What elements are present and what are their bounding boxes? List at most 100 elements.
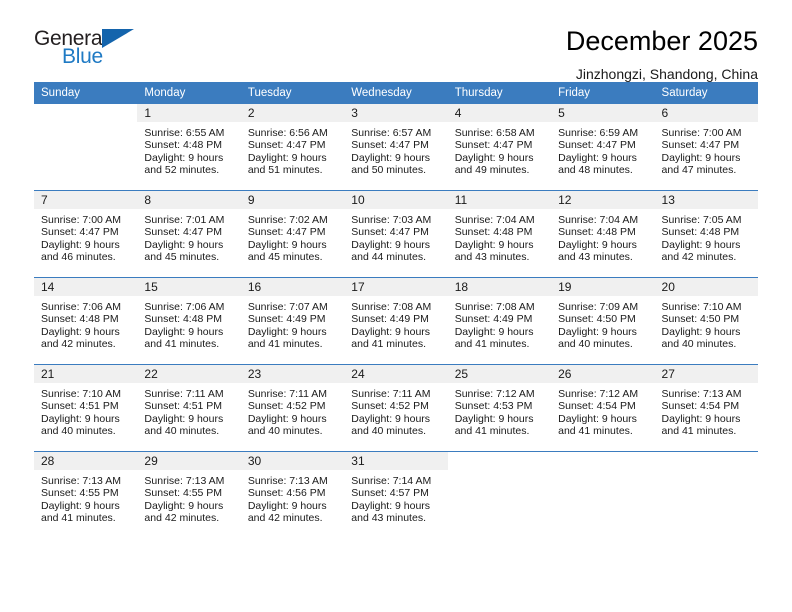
calendar-day-cell[interactable]: 28 Sunrise: 7:13 AM Sunset: 4:55 PM Dayligh…	[34, 451, 138, 538]
day-number: 29	[137, 452, 241, 470]
calendar-day-cell[interactable]: 18 Sunrise: 7:08 AM Sunset: 4:49 PM Dayligh…	[447, 277, 552, 365]
day-daylight2-text: and 41 minutes.	[454, 338, 530, 351]
day-daylight1-text: Daylight: 9 hours	[41, 238, 120, 251]
day-sunset-text: Sunset: 4:54 PM	[661, 400, 740, 413]
day-details: Sunrise: 7:11 AM Sunset: 4:52 PM Daylight:…	[344, 383, 447, 451]
day-daylight1-text: Daylight: 9 hours	[351, 499, 431, 512]
day-daylight1-text: Daylight: 9 hours	[41, 499, 120, 512]
calendar-day-cell[interactable]: 24 Sunrise: 7:11 AM Sunset: 4:52 PM Dayligh…	[344, 364, 448, 452]
day-daylight2-text: and 50 minutes.	[351, 164, 426, 177]
day-sunrise-text: Sunrise: 7:13 AM	[41, 475, 121, 487]
calendar-page: General Blue December 2025 Jinzhongzi, S…	[0, 0, 792, 612]
page-subtitle: Jinzhongzi, Shandong, China	[575, 66, 758, 82]
day-details: Sunrise: 7:10 AM Sunset: 4:50 PM Daylight:…	[655, 296, 758, 364]
calendar-day-cell[interactable]: 27 Sunrise: 7:13 AM Sunset: 4:54 PM Dayligh…	[654, 364, 758, 452]
day-daylight2-text: and 40 minutes.	[144, 425, 220, 438]
day-daylight2-text: and 42 minutes.	[661, 251, 737, 264]
logo-text-blue: Blue	[62, 45, 103, 68]
calendar-day-cell[interactable]: 9 Sunrise: 7:02 AM Sunset: 4:47 PM Daylight…	[240, 190, 345, 278]
calendar-day-cell[interactable]: 3 Sunrise: 6:57 AM Sunset: 4:47 PM Daylight…	[344, 104, 448, 191]
calendar-day-cell[interactable]: 20 Sunrise: 7:10 AM Sunset: 4:50 PM Dayligh…	[654, 277, 758, 365]
day-sunrise-text: Sunrise: 7:10 AM	[41, 388, 121, 400]
day-sunrise-text: Sunrise: 7:00 AM	[661, 127, 742, 139]
day-sunrise-text: Sunrise: 7:12 AM	[454, 388, 535, 400]
day-details	[34, 122, 137, 190]
day-daylight1-text: Daylight: 9 hours	[247, 499, 327, 512]
day-daylight2-text: and 42 minutes.	[144, 512, 220, 525]
calendar-day-cell[interactable]: 10 Sunrise: 7:03 AM Sunset: 4:47 PM Dayligh…	[344, 190, 448, 278]
day-daylight1-text: Daylight: 9 hours	[144, 151, 224, 164]
calendar-day-cell[interactable]: 5 Sunrise: 6:59 AM Sunset: 4:47 PM Daylight…	[551, 104, 655, 191]
page-header: General Blue December 2025 Jinzhongzi, S…	[34, 0, 758, 82]
day-sunset-text: Sunset: 4:49 PM	[351, 313, 429, 326]
day-daylight1-text: Daylight: 9 hours	[144, 238, 224, 251]
calendar-week-row: 1 Sunrise: 6:55 AM Sunset: 4:48 PM Daylight…	[34, 104, 758, 191]
day-details: Sunrise: 7:11 AM Sunset: 4:52 PM Daylight:…	[241, 383, 344, 451]
title-block: December 2025 Jinzhongzi, Shandong, Chin…	[566, 26, 758, 83]
calendar-table: Sunday Monday Tuesday Wednesday Thursday…	[34, 82, 758, 538]
day-daylight2-text: and 45 minutes.	[144, 251, 220, 264]
day-sunrise-text: Sunrise: 6:59 AM	[558, 127, 639, 139]
day-daylight1-text: Daylight: 9 hours	[144, 412, 224, 425]
day-sunset-text: Sunset: 4:51 PM	[41, 400, 119, 413]
calendar-day-cell[interactable]: 26 Sunrise: 7:12 AM Sunset: 4:54 PM Dayligh…	[551, 364, 655, 452]
calendar-day-cell[interactable]: 1 Sunrise: 6:55 AM Sunset: 4:48 PM Daylight…	[137, 104, 241, 191]
day-number: 18	[447, 278, 552, 296]
calendar-day-cell[interactable]: 31 Sunrise: 7:14 AM Sunset: 4:57 PM Dayligh…	[344, 451, 448, 538]
day-sunset-text: Sunset: 4:52 PM	[247, 400, 326, 413]
calendar-day-cell[interactable]: 22 Sunrise: 7:11 AM Sunset: 4:51 PM Dayligh…	[137, 364, 241, 452]
day-sunrise-text: Sunrise: 7:11 AM	[247, 388, 328, 400]
weekday-header-wednesday: Wednesday	[344, 82, 448, 104]
day-details: Sunrise: 7:11 AM Sunset: 4:51 PM Daylight:…	[137, 383, 240, 451]
calendar-day-cell[interactable]: 2 Sunrise: 6:56 AM Sunset: 4:47 PM Daylight…	[240, 104, 345, 191]
calendar-day-cell[interactable]: 29 Sunrise: 7:13 AM Sunset: 4:55 PM Dayligh…	[137, 451, 241, 538]
calendar-day-cell[interactable]: 19 Sunrise: 7:09 AM Sunset: 4:50 PM Dayligh…	[551, 277, 655, 365]
day-sunset-text: Sunset: 4:57 PM	[351, 487, 429, 500]
day-number: 30	[240, 452, 345, 470]
day-daylight1-text: Daylight: 9 hours	[247, 412, 327, 425]
day-details: Sunrise: 7:07 AM Sunset: 4:49 PM Daylight:…	[241, 296, 344, 364]
day-daylight2-text: and 41 minutes.	[661, 425, 737, 438]
calendar-day-cell[interactable]: 14 Sunrise: 7:06 AM Sunset: 4:48 PM Dayligh…	[34, 277, 138, 365]
day-number	[34, 104, 138, 122]
calendar-day-cell[interactable]: 4 Sunrise: 6:58 AM Sunset: 4:47 PM Daylight…	[447, 104, 552, 191]
day-sunrise-text: Sunrise: 7:08 AM	[454, 301, 535, 313]
day-sunrise-text: Sunrise: 6:56 AM	[247, 127, 328, 139]
calendar-day-cell[interactable]: 15 Sunrise: 7:06 AM Sunset: 4:48 PM Dayligh…	[137, 277, 241, 365]
day-sunrise-text: Sunrise: 7:11 AM	[144, 388, 224, 400]
day-daylight2-text: and 42 minutes.	[247, 512, 323, 525]
day-number: 22	[137, 365, 241, 383]
day-number: 5	[551, 104, 655, 122]
day-sunrise-text: Sunrise: 7:14 AM	[351, 475, 432, 487]
day-daylight1-text: Daylight: 9 hours	[558, 412, 637, 425]
day-number: 27	[654, 365, 758, 383]
day-sunset-text: Sunset: 4:49 PM	[247, 313, 326, 326]
day-sunset-text: Sunset: 4:55 PM	[41, 487, 119, 500]
page-title: December 2025	[565, 26, 758, 56]
calendar-day-cell[interactable]: 8 Sunrise: 7:01 AM Sunset: 4:47 PM Daylight…	[137, 190, 241, 278]
calendar-day-cell[interactable]: 12 Sunrise: 7:04 AM Sunset: 4:48 PM Dayligh…	[551, 190, 655, 278]
day-number: 17	[344, 278, 448, 296]
calendar-day-cell[interactable]: 13 Sunrise: 7:05 AM Sunset: 4:48 PM Dayligh…	[654, 190, 758, 278]
calendar-day-cell[interactable]: 30 Sunrise: 7:13 AM Sunset: 4:56 PM Dayligh…	[240, 451, 345, 538]
calendar-week-row: 28 Sunrise: 7:13 AM Sunset: 4:55 PM Dayligh…	[34, 451, 758, 538]
calendar-day-cell[interactable]: 25 Sunrise: 7:12 AM Sunset: 4:53 PM Dayligh…	[447, 364, 552, 452]
calendar-week-row: 21 Sunrise: 7:10 AM Sunset: 4:51 PM Dayligh…	[34, 364, 758, 452]
calendar-day-cell[interactable]: 11 Sunrise: 7:04 AM Sunset: 4:48 PM Dayligh…	[447, 190, 552, 278]
day-sunset-text: Sunset: 4:48 PM	[144, 313, 223, 326]
calendar-day-cell[interactable]: 17 Sunrise: 7:08 AM Sunset: 4:49 PM Dayligh…	[344, 277, 448, 365]
day-details: Sunrise: 7:10 AM Sunset: 4:51 PM Daylight:…	[34, 383, 137, 451]
day-sunset-text: Sunset: 4:48 PM	[41, 313, 119, 326]
calendar-empty-cell	[654, 451, 758, 538]
general-blue-logo[interactable]: General Blue	[34, 26, 142, 74]
day-daylight1-text: Daylight: 9 hours	[661, 151, 741, 164]
calendar-day-cell[interactable]: 6 Sunrise: 7:00 AM Sunset: 4:47 PM Daylight…	[654, 104, 758, 191]
calendar-day-cell[interactable]: 21 Sunrise: 7:10 AM Sunset: 4:51 PM Dayligh…	[34, 364, 138, 452]
day-details: Sunrise: 7:14 AM Sunset: 4:57 PM Daylight:…	[344, 470, 447, 538]
day-number: 15	[137, 278, 241, 296]
calendar-day-cell[interactable]: 23 Sunrise: 7:11 AM Sunset: 4:52 PM Dayligh…	[240, 364, 345, 452]
calendar-day-cell[interactable]: 7 Sunrise: 7:00 AM Sunset: 4:47 PM Daylight…	[34, 190, 138, 278]
day-daylight2-text: and 46 minutes.	[41, 251, 116, 264]
calendar-day-cell[interactable]: 16 Sunrise: 7:07 AM Sunset: 4:49 PM Dayligh…	[240, 277, 345, 365]
day-daylight1-text: Daylight: 9 hours	[144, 325, 224, 338]
